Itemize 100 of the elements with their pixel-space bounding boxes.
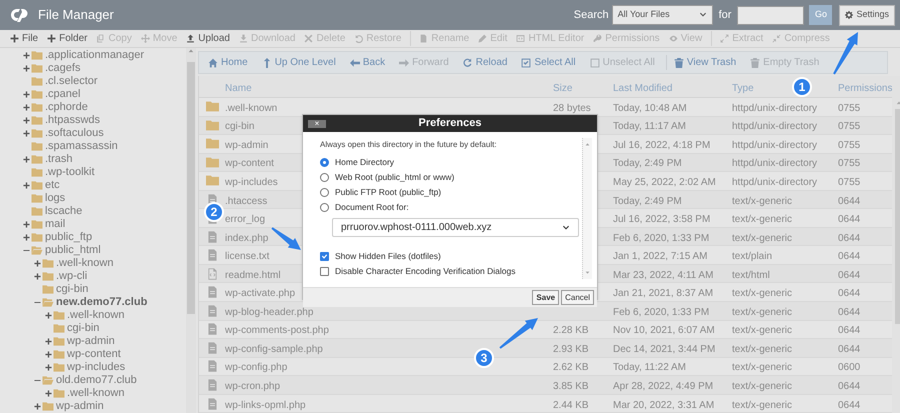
file-name[interactable]: wp-activate.php [225,288,296,300]
close-button[interactable]: × [308,120,326,128]
expand-icon[interactable] [23,91,30,98]
go-button[interactable]: Go [809,5,832,25]
tree-item[interactable]: .cl.selector [45,75,98,88]
tree-item[interactable]: etc [45,179,60,192]
expand-icon[interactable] [23,117,30,124]
file-name[interactable]: wp-includes [225,176,278,188]
expand-icon[interactable] [23,52,30,59]
file-name[interactable]: wp-blog-header.php [225,306,314,318]
expand-icon[interactable] [34,260,41,267]
column-header[interactable]: Size [553,82,572,94]
tree-item[interactable]: wp-content [67,348,121,361]
tree-item[interactable]: .cagefs [45,62,80,75]
nav-button[interactable]: Up One Level [258,55,339,70]
scrollbar-thumb[interactable] [187,62,195,314]
file-name[interactable]: wp-comments-post.php [225,325,329,336]
nav-button[interactable]: View Trash [670,55,740,70]
tree-item[interactable]: wp-admin [56,400,104,413]
toolbar-button[interactable]: Upload [182,31,234,46]
scrollbar[interactable] [582,138,592,279]
radio-button[interactable] [320,173,329,182]
file-name[interactable]: license.txt [225,251,270,262]
column-header[interactable]: Name [225,82,252,94]
tree-item[interactable]: .well-known [67,309,124,322]
tree-item[interactable]: .softaculous [45,127,104,140]
scrollbar[interactable] [186,48,196,413]
file-name[interactable]: wp-cron.php [225,380,280,392]
expand-icon[interactable] [23,65,30,72]
tree-item[interactable]: .spamassassin [45,140,118,153]
expand-icon[interactable] [23,182,30,189]
tree-item[interactable]: .well-known [67,387,124,400]
scope-dropdown[interactable]: All Your Files [612,5,713,25]
tree-item[interactable]: cgi-bin [56,283,88,296]
expand-icon[interactable] [45,312,52,319]
toolbar-button[interactable]: File [6,31,42,46]
column-header[interactable]: Permissions [838,82,892,94]
expand-icon[interactable] [23,156,30,163]
nav-button[interactable]: Home [205,55,251,70]
toolbar-button[interactable]: Folder [43,31,92,46]
tree-item[interactable]: .trash [45,153,73,166]
tree-item[interactable]: lscache [45,205,82,218]
tree-item[interactable]: new.demo77.club [56,296,148,309]
domain-dropdown[interactable]: prruorov.wphost-0111.000web.xyz [332,218,579,237]
expand-icon[interactable] [23,221,30,228]
radio-button[interactable] [320,158,329,167]
tree-item[interactable]: .cpanel [45,88,80,101]
checkbox[interactable] [320,252,329,261]
nav-button[interactable]: Reload [460,55,510,70]
expand-icon[interactable] [34,273,41,280]
checkbox[interactable] [320,267,329,276]
expand-icon[interactable] [23,104,30,111]
expand-icon[interactable] [45,364,52,371]
file-name[interactable]: wp-admin [225,140,268,151]
file-name[interactable]: wp-content [225,158,274,170]
tree-item[interactable]: old.demo77.club [56,374,137,387]
cancel-button[interactable]: Cancel [561,290,594,305]
settings-button[interactable]: Settings [839,4,895,26]
tree-item[interactable]: .well-known [56,257,114,270]
file-name[interactable]: wp-links-opml.php [225,400,306,411]
file-name[interactable]: .htaccess [225,196,268,207]
tree-item[interactable]: .htpasswds [45,114,100,127]
radio-button[interactable] [320,188,329,197]
expand-icon[interactable] [45,390,52,397]
file-name[interactable]: cgi-bin [225,121,254,132]
save-button[interactable]: Save [532,290,560,305]
expand-icon[interactable] [45,338,52,345]
search-field[interactable] [737,6,804,24]
table-cell: text/plain [732,251,772,262]
tree-item[interactable]: wp-includes [67,361,126,374]
radio-button[interactable] [320,203,329,212]
tree-item[interactable]: .wp-toolkit [45,166,95,179]
collapse-icon[interactable] [23,247,30,254]
tree-item[interactable]: .applicationmanager [45,49,144,62]
file-name[interactable]: readme.html [225,270,281,281]
file-name[interactable]: .well-known [225,102,278,114]
column-header[interactable]: Type [732,82,754,94]
tree-item[interactable]: mail [45,218,66,231]
folder-icon [204,100,220,114]
expand-icon[interactable] [23,234,30,241]
tree-item[interactable]: wp-admin [67,335,115,348]
file-name[interactable]: wp-config.php [225,362,288,374]
tree-item[interactable]: cgi-bin [67,322,100,335]
column-header[interactable]: Last Modified [613,82,672,94]
file-name[interactable]: wp-config-sample.php [225,344,323,355]
tree-item[interactable]: public_ftp [45,231,92,244]
tree-item[interactable]: public_html [45,244,101,257]
file-name[interactable]: error_log [225,214,266,226]
tree-item[interactable]: logs [45,192,66,205]
tree-item[interactable]: .cphorde [45,101,88,114]
table-cell: 0644 [838,232,860,244]
tree-item[interactable]: .wp-cli [56,270,88,283]
expand-icon[interactable] [23,130,30,137]
expand-icon[interactable] [34,403,41,410]
collapse-icon[interactable] [34,299,41,306]
collapse-icon[interactable] [34,377,41,384]
expand-icon[interactable] [45,351,52,358]
file-name[interactable]: index.php [225,232,268,244]
nav-button[interactable]: Back [346,55,388,70]
nav-button[interactable]: Select All [518,55,579,70]
